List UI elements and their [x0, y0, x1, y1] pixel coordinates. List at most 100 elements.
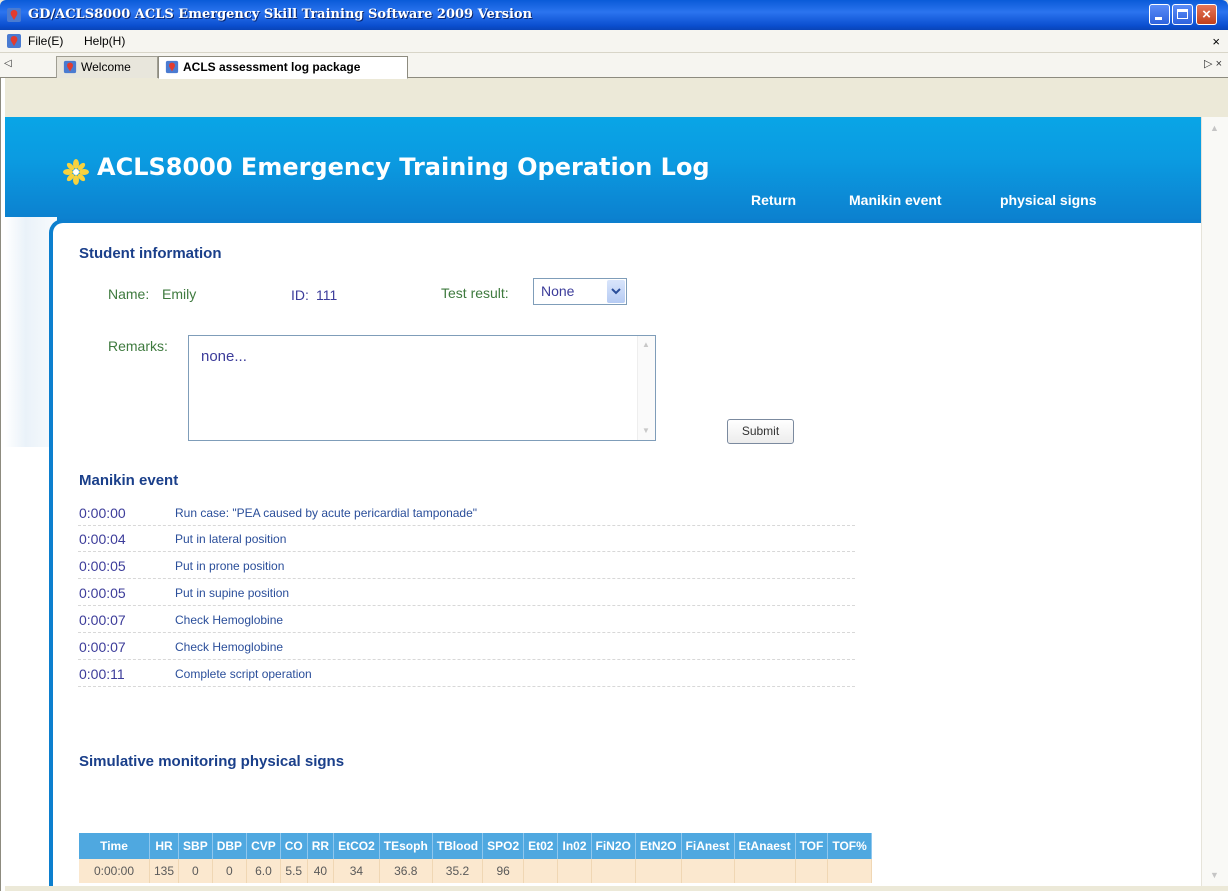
table-cell: 0 [212, 859, 248, 883]
tab-welcome-label: Welcome [81, 60, 131, 74]
tab-welcome-icon [63, 60, 77, 74]
event-description: Put in lateral position [175, 532, 287, 546]
test-result-value: None [541, 283, 575, 299]
table-cell [795, 859, 829, 883]
page-title: ACLS8000 Emergency Training Operation Lo… [97, 153, 710, 181]
scroll-up-icon[interactable]: ▲ [641, 340, 651, 350]
page-header: ACLS8000 Emergency Training Operation Lo… [5, 117, 1201, 223]
manikin-event-heading: Manikin event [79, 472, 179, 489]
event-row: 0:00:05 Put in supine position [78, 580, 855, 606]
nav-manikin-event-link[interactable]: Manikin event [849, 192, 942, 208]
table-cell [635, 859, 682, 883]
close-document-icon[interactable]: × [1212, 34, 1220, 49]
remarks-textarea[interactable]: none... ▲ ▼ [188, 335, 656, 441]
menu-bar: File(E) Help(H) × [0, 30, 1228, 53]
table-cell [557, 859, 592, 883]
table-cell: 35.2 [432, 859, 484, 883]
col-header: CO [280, 833, 308, 859]
window-title: GD/ACLS8000 ACLS Emergency Skill Trainin… [28, 7, 533, 22]
tab-bar: ◁ Welcome ACLS assessment log package ▷ … [0, 53, 1228, 79]
menu-help[interactable]: Help(H) [84, 34, 125, 48]
student-id: 111 [316, 287, 338, 303]
title-bar: GD/ACLS8000 ACLS Emergency Skill Trainin… [0, 0, 1228, 30]
remarks-scrollbar[interactable]: ▲ ▼ [637, 336, 655, 440]
col-header: HR [149, 833, 180, 859]
sun-logo-icon [63, 159, 89, 185]
test-result-label: Test result: [441, 285, 509, 301]
table-cell [591, 859, 636, 883]
col-header: TOF [795, 833, 829, 859]
event-description: Put in prone position [175, 559, 285, 573]
table-cell [734, 859, 796, 883]
page-scrollbar[interactable]: ▲ ▼ [1201, 117, 1228, 886]
col-header: RR [307, 833, 335, 859]
scroll-down-icon[interactable]: ▼ [641, 426, 651, 436]
table-cell: 36.8 [379, 859, 433, 883]
student-name: Emily [162, 286, 197, 302]
name-label: Name: [108, 286, 150, 302]
table-cell: 96 [482, 859, 525, 883]
event-time: 0:00:11 [79, 666, 125, 682]
col-header: FiN2O [591, 833, 636, 859]
id-label: ID: [291, 287, 309, 303]
physical-signs-table: Time HR SBP DBP CVP CO RR EtCO2 TEsoph T… [79, 833, 872, 883]
close-window-button[interactable]: × [1196, 4, 1217, 25]
scroll-up-icon[interactable]: ▲ [1210, 123, 1219, 133]
event-description: Put in supine position [175, 586, 290, 600]
event-row: 0:00:07 Check Hemoglobine [78, 607, 855, 633]
event-description: Check Hemoglobine [175, 640, 284, 654]
col-header: Time [79, 833, 150, 859]
event-row: 0:00:07 Check Hemoglobine [78, 634, 855, 660]
tab-acls-log-icon [165, 60, 179, 74]
event-row: 0:00:11 Complete script operation [78, 661, 855, 687]
col-header: TBlood [432, 833, 484, 859]
table-cell [523, 859, 559, 883]
col-header: FiAnest [681, 833, 735, 859]
col-header: SBP [178, 833, 213, 859]
table-cell [681, 859, 735, 883]
event-description: Check Hemoglobine [175, 613, 284, 627]
close-icon: × [1202, 6, 1211, 23]
event-row: 0:00:00 Run case: "PEA caused by acute p… [78, 500, 855, 526]
col-header: EtAnaest [734, 833, 796, 859]
tab-scroll-left-icon[interactable]: ◁ [4, 58, 12, 69]
table-cell: 0 [178, 859, 213, 883]
table-cell: 6.0 [246, 859, 281, 883]
col-header: In02 [557, 833, 592, 859]
event-time: 0:00:07 [79, 612, 126, 628]
event-time: 0:00:05 [79, 558, 126, 574]
table-cell: 40 [307, 859, 335, 883]
remarks-label: Remarks: [108, 338, 168, 354]
minimize-button[interactable] [1149, 4, 1170, 25]
table-cell: 135 [149, 859, 180, 883]
col-header: DBP [212, 833, 248, 859]
col-header: EtN2O [635, 833, 682, 859]
physical-signs-heading: Simulative monitoring physical signs [79, 753, 345, 770]
nav-physical-signs-link[interactable]: physical signs [1000, 192, 1096, 208]
submit-button[interactable]: Submit [727, 419, 794, 444]
event-description: Complete script operation [175, 667, 312, 681]
student-info-heading: Student information [79, 245, 222, 262]
app-menu-icon[interactable] [6, 33, 22, 49]
menu-file[interactable]: File(E) [28, 34, 63, 48]
tab-scroll-right-close-icon[interactable]: ▷ × [1204, 57, 1222, 70]
col-header: TEsoph [379, 833, 433, 859]
chevron-down-icon[interactable] [607, 280, 625, 303]
tab-welcome[interactable]: Welcome [56, 56, 158, 78]
test-result-select[interactable]: None [533, 278, 627, 305]
tab-acls-log-label: ACLS assessment log package [183, 60, 361, 74]
table-cell: 5.5 [280, 859, 308, 883]
col-header: Et02 [523, 833, 559, 859]
col-header: EtCO2 [333, 833, 380, 859]
maximize-button[interactable] [1172, 4, 1193, 25]
log-content: ACLS8000 Emergency Training Operation Lo… [5, 117, 1201, 886]
scroll-down-icon[interactable]: ▼ [1210, 870, 1219, 880]
remarks-text: none... [201, 348, 247, 365]
event-row: 0:00:05 Put in prone position [78, 553, 855, 579]
col-header: SPO2 [482, 833, 525, 859]
event-time: 0:00:07 [79, 639, 126, 655]
nav-return-link[interactable]: Return [751, 192, 796, 208]
event-description: Run case: "PEA caused by acute pericardi… [175, 506, 478, 520]
tab-acls-log[interactable]: ACLS assessment log package [158, 56, 408, 79]
table-cell: 34 [333, 859, 380, 883]
